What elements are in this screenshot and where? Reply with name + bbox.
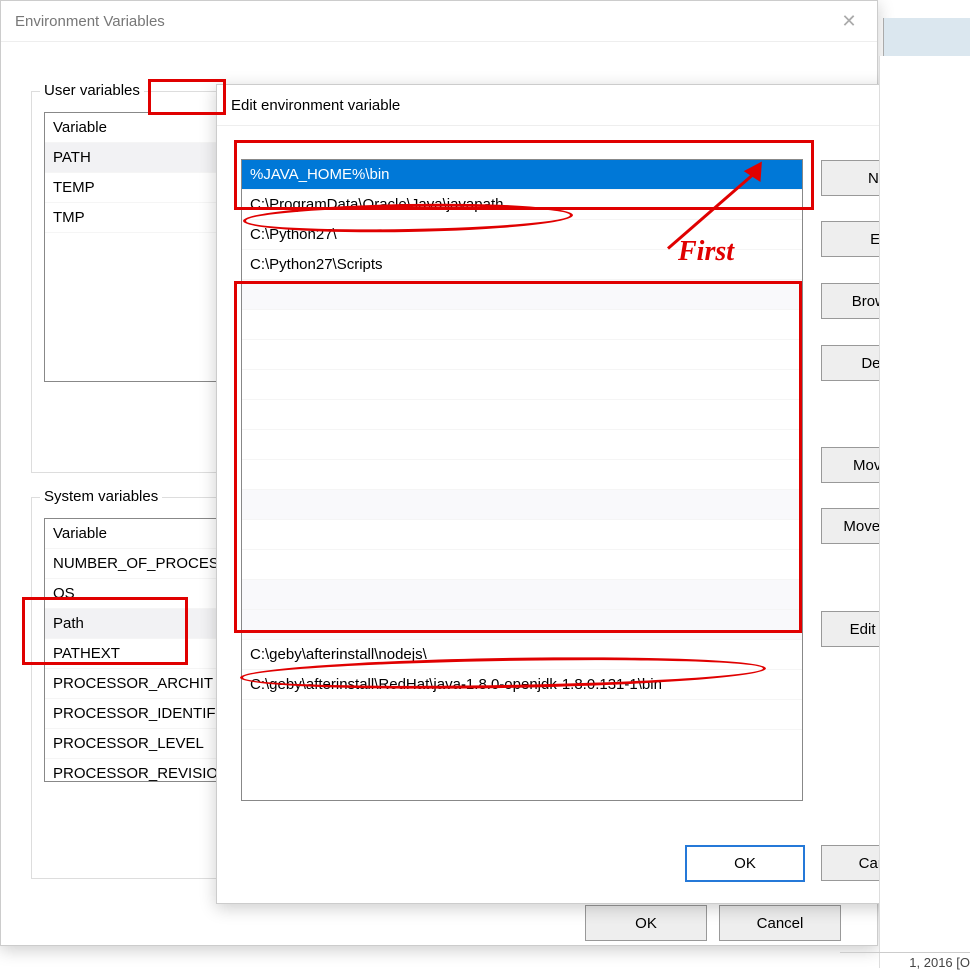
path-entry-row[interactable]: [242, 550, 802, 580]
path-entry-row[interactable]: [242, 700, 802, 730]
env-titlebar: Environment Variables ✕: [1, 1, 877, 42]
ok-button[interactable]: OK: [685, 845, 805, 882]
path-entry-row[interactable]: [242, 400, 802, 430]
background-strip: [879, 56, 970, 968]
path-entry-row[interactable]: [242, 730, 802, 759]
ok-button[interactable]: OK: [585, 905, 707, 941]
path-entries-list[interactable]: %JAVA_HOME%\bin C:\ProgramData\Oracle\Ja…: [241, 159, 803, 801]
path-entry-row[interactable]: [242, 580, 802, 610]
path-entry-row[interactable]: [242, 430, 802, 460]
system-variables-label: System variables: [40, 488, 162, 505]
path-entry-row[interactable]: C:\Python27\: [242, 220, 802, 250]
path-entry-row[interactable]: C:\Python27\Scripts: [242, 250, 802, 280]
path-entry-row[interactable]: [242, 610, 802, 640]
path-entry-row[interactable]: [242, 520, 802, 550]
path-entry-row[interactable]: [242, 460, 802, 490]
edit-title: Edit environment variable: [231, 97, 400, 114]
background-strip: [883, 18, 970, 56]
path-entry-row[interactable]: [242, 340, 802, 370]
path-entry-row[interactable]: %JAVA_HOME%\bin: [242, 160, 802, 190]
path-entry-row[interactable]: [242, 280, 802, 310]
path-entry-row[interactable]: C:\geby\afterinstall\RedHat\java-1.8.0-o…: [242, 670, 802, 700]
path-entry-row[interactable]: C:\geby\afterinstall\nodejs\: [242, 640, 802, 670]
user-variables-label: User variables: [40, 82, 144, 99]
path-entry-row[interactable]: C:\ProgramData\Oracle\Java\javapath: [242, 190, 802, 220]
cancel-button[interactable]: Cancel: [719, 905, 841, 941]
path-entry-row[interactable]: [242, 370, 802, 400]
close-icon[interactable]: ✕: [835, 7, 863, 35]
desktop-date-fragment: 1, 2016 [O: [840, 952, 970, 970]
env-title: Environment Variables: [15, 13, 165, 30]
path-entry-row[interactable]: [242, 490, 802, 520]
edit-titlebar: Edit environment variable ✕: [217, 85, 961, 126]
path-entry-row[interactable]: [242, 310, 802, 340]
edit-env-variable-window: Edit environment variable ✕ %JAVA_HOME%\…: [216, 84, 962, 904]
